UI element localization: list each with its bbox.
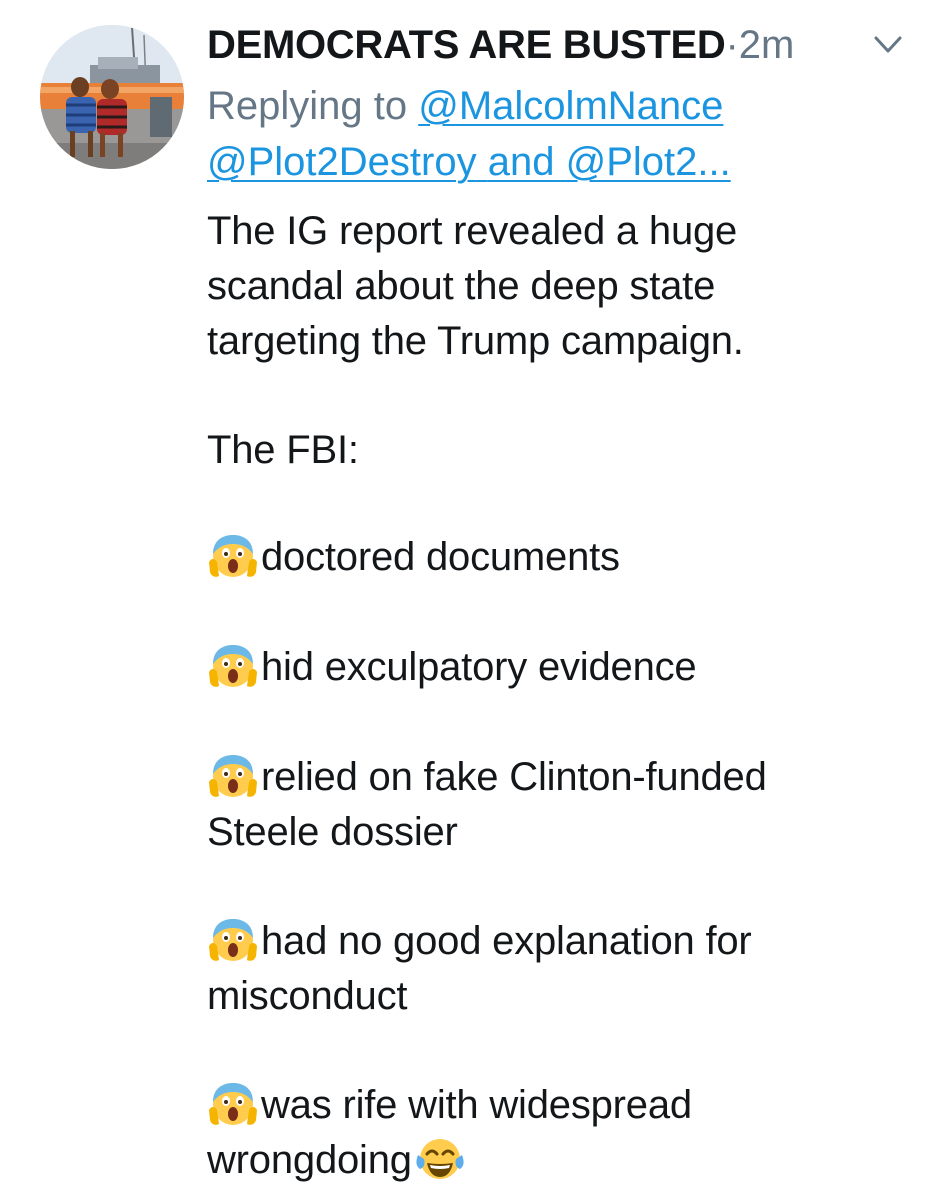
mention-link[interactable]: @Plot2Destroy and @Plot2... — [207, 140, 731, 184]
list-item: relied on fake Clinton-funded — [207, 750, 767, 804]
text-line: targeting the Trump campaign. — [207, 319, 744, 363]
tears-of-joy-emoji — [414, 1135, 466, 1183]
list-item: wrongdoing — [207, 1133, 468, 1187]
avatar-photo — [40, 25, 184, 169]
list-item: was rife with widespread — [207, 1078, 692, 1132]
screaming-face-emoji — [207, 916, 259, 964]
text-line: Steele dossier — [207, 810, 458, 854]
reply-context-line-2: @Plot2Destroy and @Plot2... — [207, 134, 731, 190]
item-text: wrongdoing — [207, 1138, 412, 1182]
item-text: relied on fake Clinton-funded — [261, 755, 767, 799]
screaming-face-emoji — [207, 1080, 259, 1128]
screaming-face-emoji — [207, 642, 259, 690]
mention-link[interactable]: @MalcolmNance — [418, 84, 723, 128]
tweet: DEMOCRATS ARE BUSTED·2m Replying to @Mal… — [0, 0, 939, 1200]
display-name[interactable]: DEMOCRATS ARE BUSTED — [207, 23, 726, 67]
item-text: was rife with widespread — [261, 1083, 692, 1127]
timestamp[interactable]: 2m — [739, 23, 795, 67]
text-line: The IG report revealed a huge — [207, 209, 738, 253]
reply-context: Replying to @MalcolmNance — [207, 78, 723, 134]
screaming-face-emoji — [207, 752, 259, 800]
reply-prefix: Replying to — [207, 84, 408, 128]
text-line: scandal about the deep state — [207, 264, 716, 308]
separator-dot: · — [725, 23, 739, 67]
item-text: had no good explanation for — [261, 919, 752, 963]
list-item: doctored documents — [207, 530, 620, 584]
chevron-down-icon[interactable] — [868, 30, 908, 60]
tweet-header: DEMOCRATS ARE BUSTED·2m — [207, 18, 794, 72]
list-item: hid exculpatory evidence — [207, 640, 697, 694]
item-text: doctored documents — [261, 535, 620, 579]
text-line: The FBI: — [207, 428, 359, 472]
screaming-face-emoji — [207, 532, 259, 580]
text-line: misconduct — [207, 974, 408, 1018]
item-text: hid exculpatory evidence — [261, 645, 697, 689]
avatar[interactable] — [40, 25, 184, 169]
list-item: had no good explanation for — [207, 914, 752, 968]
